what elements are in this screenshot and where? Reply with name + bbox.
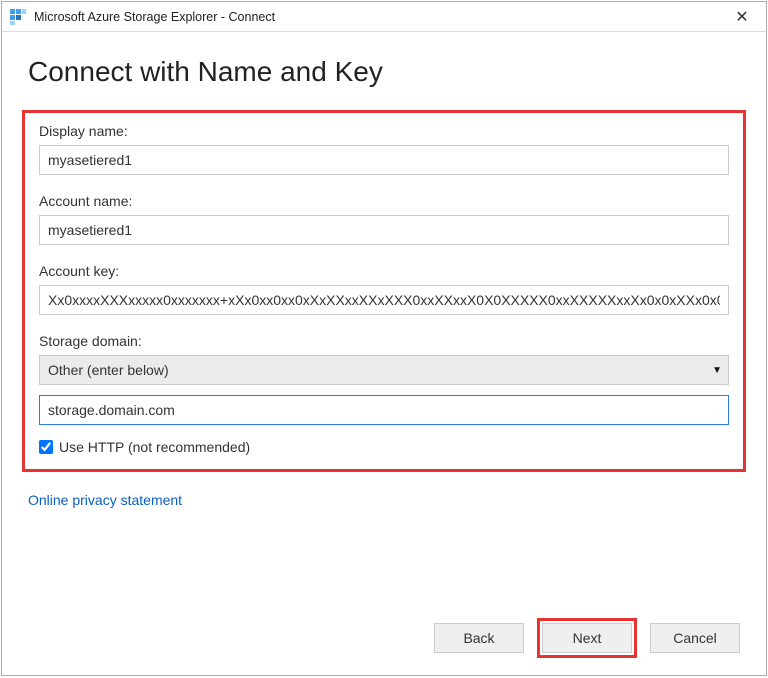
- titlebar: Microsoft Azure Storage Explorer - Conne…: [2, 2, 766, 32]
- display-name-input[interactable]: [39, 145, 729, 175]
- privacy-link[interactable]: Online privacy statement: [28, 492, 740, 508]
- back-button[interactable]: Back: [434, 623, 524, 653]
- app-icon: [10, 9, 26, 25]
- chevron-down-icon: ▼: [712, 365, 722, 376]
- cancel-button-label: Cancel: [673, 630, 717, 646]
- field-display-name: Display name:: [39, 123, 729, 175]
- storage-domain-custom-input[interactable]: [39, 395, 729, 425]
- account-key-input[interactable]: [39, 285, 729, 315]
- cancel-button[interactable]: Cancel: [650, 623, 740, 653]
- field-storage-domain-custom: [39, 395, 729, 425]
- storage-domain-select[interactable]: Other (enter below) ▼: [39, 355, 729, 385]
- button-row: Back Next Cancel: [28, 623, 740, 675]
- dialog-window: Microsoft Azure Storage Explorer - Conne…: [1, 1, 767, 676]
- close-icon[interactable]: ✕: [722, 7, 762, 27]
- use-http-checkbox[interactable]: [39, 440, 53, 454]
- storage-domain-selected: Other (enter below): [48, 362, 169, 378]
- field-storage-domain: Storage domain: Other (enter below) ▼: [39, 333, 729, 385]
- next-button-label: Next: [573, 630, 602, 646]
- page-title: Connect with Name and Key: [28, 56, 740, 88]
- display-name-label: Display name:: [39, 123, 729, 139]
- window-title: Microsoft Azure Storage Explorer - Conne…: [34, 10, 722, 24]
- field-account-name: Account name:: [39, 193, 729, 245]
- content-area: Connect with Name and Key Display name: …: [2, 32, 766, 675]
- use-http-row: Use HTTP (not recommended): [39, 439, 729, 455]
- storage-domain-label: Storage domain:: [39, 333, 729, 349]
- next-button[interactable]: Next: [542, 623, 632, 653]
- account-key-label: Account key:: [39, 263, 729, 279]
- back-button-label: Back: [463, 630, 494, 646]
- field-account-key: Account key:: [39, 263, 729, 315]
- form-area: Display name: Account name: Account key:…: [22, 110, 746, 472]
- use-http-label: Use HTTP (not recommended): [59, 439, 250, 455]
- account-name-input[interactable]: [39, 215, 729, 245]
- account-name-label: Account name:: [39, 193, 729, 209]
